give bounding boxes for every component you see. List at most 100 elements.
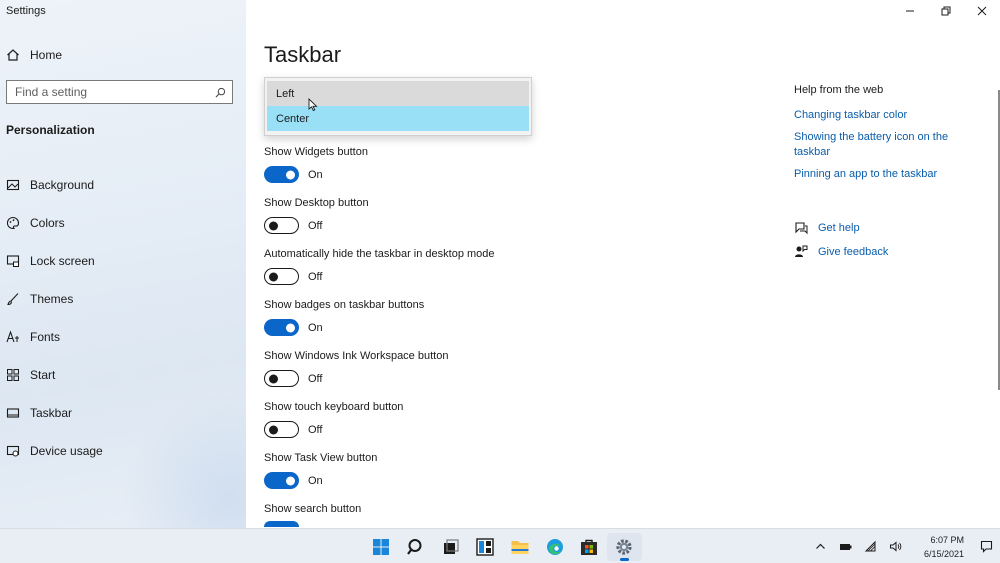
notification-center-button[interactable] xyxy=(968,537,1000,557)
taskbar-task-view-button[interactable] xyxy=(433,533,468,561)
sidebar-item-fonts[interactable]: Fonts xyxy=(0,318,246,356)
settings-list: Show Widgets button On Show Desktop butt… xyxy=(264,146,664,527)
tray-overflow-button[interactable] xyxy=(808,537,833,557)
battery-icon xyxy=(840,544,852,550)
sidebar-item-label: Taskbar xyxy=(30,406,73,420)
minimize-button[interactable] xyxy=(892,0,928,22)
restore-button[interactable] xyxy=(928,0,964,22)
sidebar-item-lock-screen[interactable]: Lock screen xyxy=(0,242,246,280)
tray-battery-button[interactable] xyxy=(833,537,858,557)
setting-label: Show touch keyboard button xyxy=(264,401,404,413)
section-label-personalization: Personalization xyxy=(6,123,95,137)
brush-icon xyxy=(7,293,19,306)
setting-widgets-button: Show Widgets button On xyxy=(264,146,664,197)
setting-auto-hide: Automatically hide the taskbar in deskto… xyxy=(264,248,664,299)
sidebar-item-label: Colors xyxy=(30,216,65,230)
feedback-icon xyxy=(795,245,808,257)
taskbar-icon xyxy=(6,408,20,418)
touch-keyboard-toggle[interactable] xyxy=(264,421,299,438)
search-button-toggle[interactable] xyxy=(264,521,299,527)
restore-icon xyxy=(941,6,951,16)
home-icon xyxy=(7,49,19,61)
setting-touch-keyboard: Show touch keyboard button Off xyxy=(264,401,664,452)
get-help-link[interactable]: Get help xyxy=(794,220,888,236)
minimize-icon xyxy=(906,10,914,12)
image-icon xyxy=(6,179,20,191)
help-link-taskbar-color[interactable]: Changing taskbar color xyxy=(794,108,984,123)
taskbar-widgets-button[interactable] xyxy=(468,533,503,561)
taskbar-edge-button[interactable] xyxy=(537,533,572,561)
setting-label: Show Windows Ink Workspace button xyxy=(264,350,449,362)
sidebar-nav: Background Colors Lock screen Themes Fon… xyxy=(0,166,246,470)
setting-badges: Show badges on taskbar buttons On xyxy=(264,299,664,350)
help-title: Help from the web xyxy=(794,84,884,96)
setting-label: Show search button xyxy=(264,503,362,515)
sidebar-item-label: Background xyxy=(30,178,95,192)
sidebar-item-home[interactable]: Home xyxy=(6,46,62,64)
store-icon xyxy=(581,539,598,555)
taskbar-settings-button[interactable] xyxy=(606,533,642,561)
taskbar-start-button[interactable] xyxy=(364,533,399,561)
task-view-toggle[interactable] xyxy=(264,472,299,489)
give-feedback-link[interactable]: Give feedback xyxy=(794,244,888,260)
setting-label: Show Desktop button xyxy=(264,197,369,209)
sidebar-item-label: Lock screen xyxy=(30,254,95,268)
tray-volume-button[interactable] xyxy=(883,537,908,557)
setting-label: Show Task View button xyxy=(264,452,378,464)
clock-time: 6:07 PM xyxy=(930,534,964,545)
clock-date: 6/15/2021 xyxy=(923,548,964,559)
help-panel: Help from the web Changing taskbar color… xyxy=(794,84,984,189)
fonts-icon xyxy=(6,330,19,343)
taskbar-alignment-dropdown[interactable]: Left Center xyxy=(264,77,532,136)
system-tray: 6:07 PM 6/15/2021 xyxy=(808,529,1000,563)
sidebar-item-colors[interactable]: Colors xyxy=(0,204,246,242)
taskbar-clock[interactable]: 6:07 PM 6/15/2021 xyxy=(914,533,964,561)
windows-start-icon xyxy=(373,539,390,555)
setting-label: Automatically hide the taskbar in deskto… xyxy=(264,248,495,260)
badges-toggle[interactable] xyxy=(264,319,299,336)
task-view-icon xyxy=(443,539,459,554)
search-input[interactable]: Find a setting xyxy=(6,80,233,104)
auto-hide-toggle[interactable] xyxy=(264,268,299,285)
setting-desktop-button: Show Desktop button Off xyxy=(264,197,664,248)
taskbar-file-explorer-button[interactable] xyxy=(503,533,538,561)
sidebar-item-taskbar[interactable]: Taskbar xyxy=(0,394,246,432)
help-link-pinning-app[interactable]: Pinning an app to the taskbar xyxy=(794,167,984,182)
taskbar-store-button[interactable] xyxy=(572,533,607,561)
toggle-state: Off xyxy=(308,423,323,436)
volume-icon xyxy=(890,541,902,552)
taskbar-search-button[interactable] xyxy=(399,533,434,561)
toggle-state: On xyxy=(308,168,323,181)
sidebar-item-label: Fonts xyxy=(30,330,61,344)
close-icon xyxy=(977,6,987,16)
palette-icon xyxy=(6,216,20,229)
setting-task-view: Show Task View button On xyxy=(264,452,664,503)
give-feedback-label: Give feedback xyxy=(818,246,889,258)
home-label: Home xyxy=(30,48,63,62)
desktop-toggle[interactable] xyxy=(264,217,299,234)
taskbar-apps xyxy=(364,533,642,561)
setting-ink-workspace: Show Windows Ink Workspace button Off xyxy=(264,350,664,401)
setting-label: Show badges on taskbar buttons xyxy=(264,299,425,311)
sidebar-item-start[interactable]: Start xyxy=(0,356,246,394)
dropdown-option-left[interactable]: Left xyxy=(267,81,529,106)
close-button[interactable] xyxy=(964,0,1000,22)
dropdown-option-center[interactable]: Center xyxy=(267,106,529,131)
get-help-label: Get help xyxy=(818,222,860,234)
ink-workspace-toggle[interactable] xyxy=(264,370,299,387)
toggle-state: Off xyxy=(308,219,323,232)
tray-network-button[interactable] xyxy=(858,537,883,557)
get-help-icon xyxy=(795,222,808,235)
toggle-state: Off xyxy=(308,372,323,385)
help-actions: Get help Give feedback xyxy=(794,220,888,268)
sidebar-item-background[interactable]: Background xyxy=(0,166,246,204)
help-link-battery-icon[interactable]: Showing the battery icon on the taskbar xyxy=(794,130,984,160)
widgets-toggle[interactable] xyxy=(264,166,299,183)
main-content: Taskbar Show Widgets button On Show Desk… xyxy=(246,0,1000,528)
sidebar-item-device-usage[interactable]: Device usage xyxy=(0,432,246,470)
toggle-state: On xyxy=(308,321,323,334)
app-title: Settings xyxy=(6,5,46,17)
sidebar-item-themes[interactable]: Themes xyxy=(0,280,246,318)
search-placeholder: Find a setting xyxy=(15,85,88,99)
sidebar-item-label: Device usage xyxy=(30,444,103,458)
